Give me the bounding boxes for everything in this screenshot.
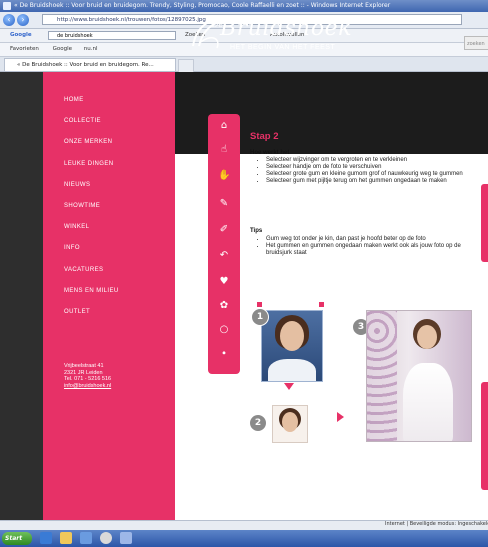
header-search-input[interactable]: zoeken [464,36,488,50]
list-item: Selecteer handje om de foto te verschuiv… [266,164,466,171]
undo-eraser-icon[interactable]: ↶ [218,250,230,262]
main-nav: HOME COLLECTIE ONZE MERKEN LEUKE DINGEN … [64,95,119,328]
window-title-bar: « De Bruidshoek :: Voor bruid en bruideg… [0,0,488,12]
photo-face [280,321,304,351]
list-item: Selecteer grote gum en kleine gumom grof… [266,171,466,178]
address-email-link[interactable]: info@bruidshoek.nl [64,383,111,390]
address-phone: Tel. 071 - 5216 516 [64,376,112,382]
dots-icon[interactable]: ∙ [218,348,230,360]
browser-tab[interactable]: « De Bruidshoek :: Voor bruid en bruideg… [4,58,176,71]
nav-onze-merken[interactable]: ONZE MERKEN [64,137,119,158]
tips-list: Gum weg tot onder je kin, dan past je ho… [256,236,466,257]
nav-vacatures[interactable]: VACATURES [64,265,119,286]
list-item: Selecteer wijzvinger om te vergroten en … [266,157,466,164]
favorites-button[interactable]: Favorieten [0,46,39,52]
start-button[interactable]: Start [2,532,32,545]
large-eraser-icon[interactable]: ✎ [218,198,230,210]
cropped-photo[interactable] [272,405,308,443]
window-title: « De Bruidshoek :: Voor bruid en bruideg… [14,2,391,9]
taskbar [0,530,488,547]
site-tagline: HET BEGIN VAN HET FEEST [230,44,336,51]
how-it-works-list: Selecteer wijzvinger om te vergroten en … [256,157,466,185]
shop-address: Vrijbeelstraat 41 2321 JR Leiden Tel. 07… [64,363,111,389]
ring-icon[interactable]: ○ [218,324,230,336]
google-toolbar-label: Google [10,32,32,38]
flower-icon[interactable]: ✿ [218,300,230,312]
list-item: Gum weg tot onder je kin, dan past je ho… [266,236,466,243]
step-title: Stap 2 [250,131,279,142]
nav-winkel[interactable]: WINKEL [64,222,119,243]
uploaded-photo[interactable] [261,310,323,382]
tips-title: Tips [250,228,263,234]
favorite-google[interactable]: Google [41,46,72,52]
nav-mens-en-milieu[interactable]: MENS EN MILIEU [64,286,119,307]
zoom-finger-icon[interactable]: ☝ [218,144,230,156]
heart-icon[interactable]: ♥ [218,276,230,288]
nav-leuke-dingen[interactable]: LEUKE DINGEN [64,159,119,180]
right-tab-top[interactable] [481,184,488,262]
folder-taskbar-icon[interactable] [60,532,72,544]
small-eraser-icon[interactable]: ✐ [218,224,230,236]
nav-outlet[interactable]: OUTLET [64,307,119,328]
how-it-works-title: Hoe werkt het [250,150,290,156]
crop-handle[interactable] [257,302,262,307]
photo-number-badge: 2 [249,414,267,432]
chrome-taskbar-icon[interactable] [100,532,112,544]
home-icon[interactable]: ⌂ [218,120,230,132]
crop-handle[interactable] [319,302,324,307]
ie-taskbar-icon[interactable] [40,532,52,544]
status-zone: Internet | Beveiligde modus: Ingeschakel… [385,521,488,527]
arrow-right-icon [337,412,344,422]
list-item: Het gummen en gummen ongedaan maken werk… [266,243,466,257]
tool-strip: ⌂ ☝ ✋ ✎ ✐ ↶ ♥ ✿ ○ ∙ [208,114,240,374]
nav-info[interactable]: INFO [64,243,119,264]
arrow-down-icon [284,383,294,390]
list-item: Selecteer gum met pijltje terug om het g… [266,178,466,185]
wedding-dress [403,363,453,441]
outlook-taskbar-icon[interactable] [80,532,92,544]
back-button[interactable]: ‹ [3,14,15,26]
photo-face [282,412,298,432]
hand-icon[interactable]: ✋ [218,170,230,182]
nav-showtime[interactable]: SHOWTIME [64,201,119,222]
nav-collectie[interactable]: COLLECTIE [64,116,119,137]
bride-dress-photo[interactable] [366,310,472,442]
photo-pattern [367,311,397,441]
photo-face [417,325,437,349]
google-search-input[interactable]: de bruidshoek [48,31,176,40]
new-tab-button[interactable] [178,59,194,73]
app-taskbar-icon[interactable] [120,532,132,544]
right-tab-bottom[interactable] [481,382,488,490]
nav-home[interactable]: HOME [64,95,119,116]
ie-icon [3,2,11,10]
site-logo[interactable]: Bruidshoek [220,16,352,41]
favorite-nunl[interactable]: nu.nl [74,46,98,52]
photo-number-badge: 1 [251,308,269,326]
forward-button[interactable]: › [17,14,29,26]
nav-nieuws[interactable]: NIEUWS [64,180,119,201]
page-left-margin [0,72,43,520]
photo-shirt [268,359,316,381]
